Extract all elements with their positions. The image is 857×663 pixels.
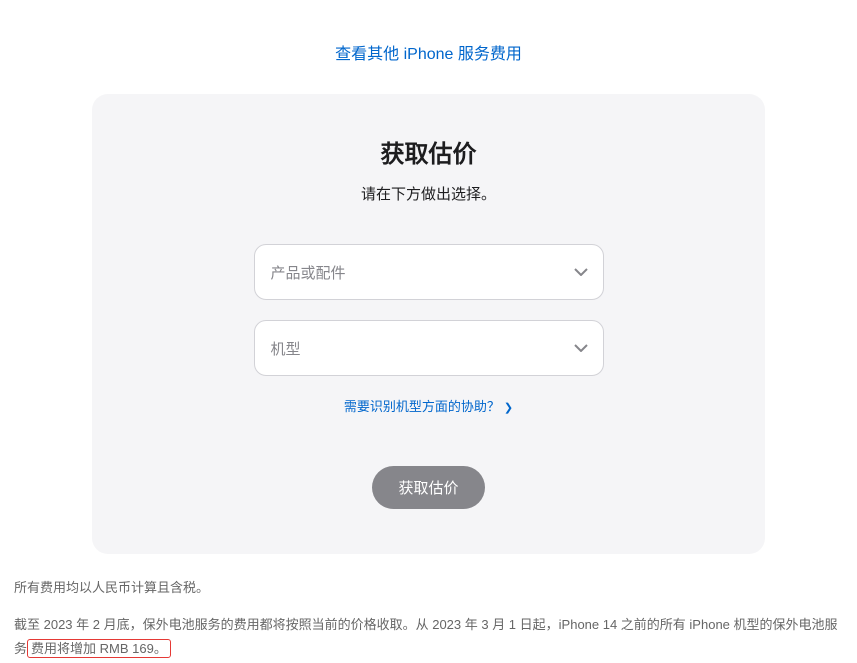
footer-note-price-change: 截至 2023 年 2 月底，保外电池服务的费用都将按照当前的价格收取。从 20… xyxy=(14,613,843,660)
get-estimate-button[interactable]: 获取估价 xyxy=(372,466,484,509)
top-link-wrapper: 查看其他 iPhone 服务费用 xyxy=(12,0,845,94)
card-subtitle: 请在下方做出选择。 xyxy=(142,183,715,204)
footer-note-currency: 所有费用均以人民币计算且含税。 xyxy=(14,576,843,599)
view-other-services-link[interactable]: 查看其他 iPhone 服务费用 xyxy=(335,46,522,63)
product-select-wrapper: 产品或配件 xyxy=(254,244,604,300)
model-select[interactable]: 机型 xyxy=(254,320,604,376)
card-title: 获取估价 xyxy=(142,134,715,169)
footer-notes: 所有费用均以人民币计算且含税。 截至 2023 年 2 月底，保外电池服务的费用… xyxy=(12,576,845,660)
help-link-wrapper: 需要识别机型方面的协助？ ❯ xyxy=(142,396,715,416)
estimate-card: 获取估价 请在下方做出选择。 产品或配件 机型 需要识别机型方面的协助？ ❯ 获取… xyxy=(92,94,765,554)
help-link-label: 需要识别机型方面的协助？ xyxy=(344,399,500,414)
identify-model-help-link[interactable]: 需要识别机型方面的协助？ ❯ xyxy=(344,399,513,414)
page-container: 查看其他 iPhone 服务费用 获取估价 请在下方做出选择。 产品或配件 机型… xyxy=(0,0,857,660)
model-select-wrapper: 机型 xyxy=(254,320,604,376)
footer-note-highlight: 费用将增加 RMB 169。 xyxy=(27,639,171,658)
chevron-right-icon: ❯ xyxy=(504,402,513,414)
product-select[interactable]: 产品或配件 xyxy=(254,244,604,300)
